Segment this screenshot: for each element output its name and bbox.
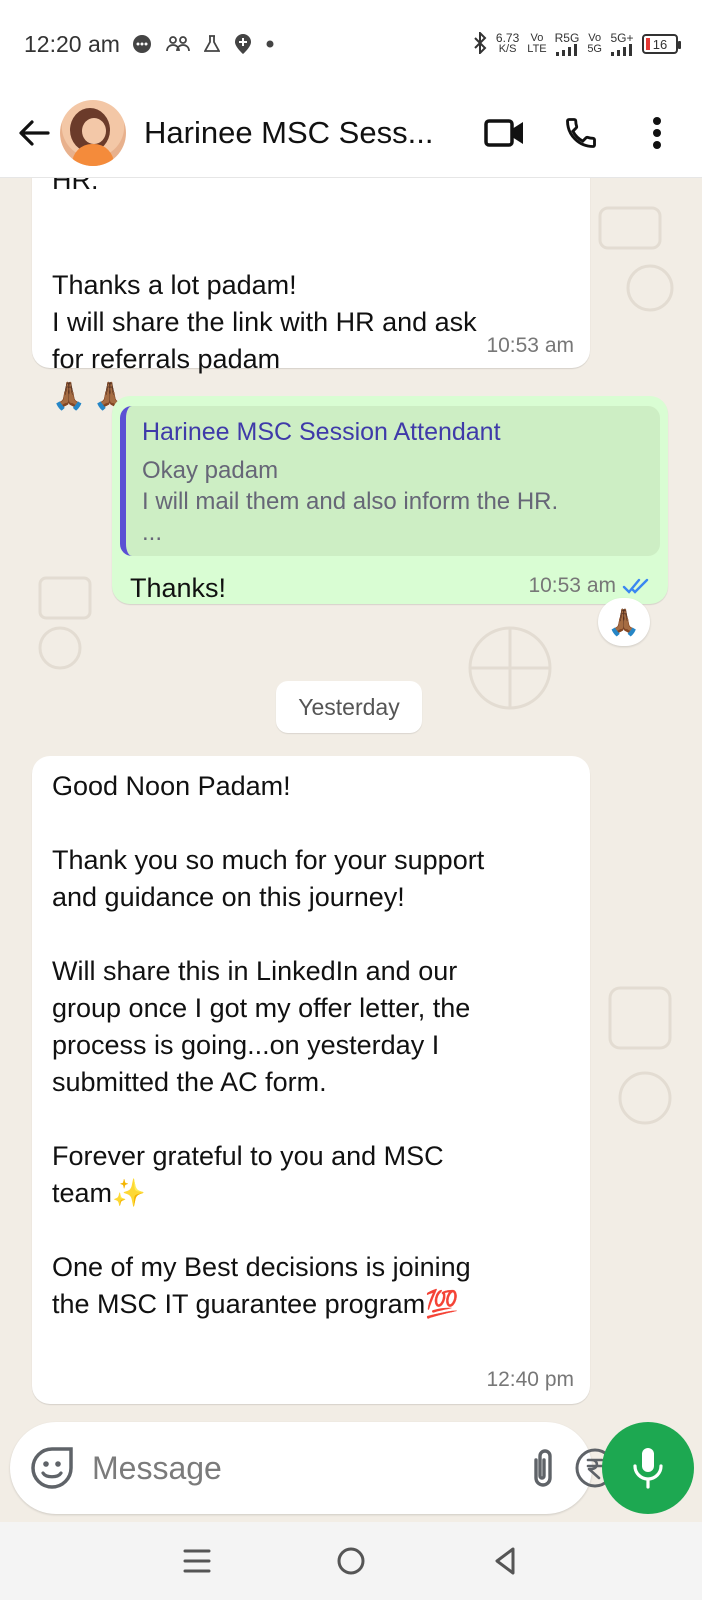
message-text-partial: HR. <box>52 178 99 195</box>
message-time-text: 10:53 am <box>528 574 616 597</box>
wallpaper-doodle <box>598 206 674 312</box>
voice-call-button[interactable] <box>552 104 610 162</box>
mic-icon <box>633 1448 663 1489</box>
more-options-button[interactable] <box>628 104 686 162</box>
video-call-button[interactable] <box>476 104 534 162</box>
status-time: 12:20 am <box>24 30 120 57</box>
chat-header: Harinee MSC Sess... <box>0 88 702 178</box>
status-right: 6.73 K/S Vo LTE R5G Vo 5G 5G+ 16 <box>472 30 681 57</box>
battery-icon: 16 <box>642 34 681 54</box>
message-time: 12:40 pm <box>486 1368 574 1391</box>
battery-level: 16 <box>652 36 668 52</box>
nav-back-button[interactable] <box>475 1531 535 1591</box>
sim1-bottom: LTE <box>527 43 547 55</box>
back-button[interactable] <box>16 115 52 151</box>
flask-notification-icon <box>203 35 220 53</box>
menu-lines-icon <box>183 1549 211 1573</box>
status-bar: 12:20 am 6.73 K/S Vo LTE R5G Vo 5G 5G+ 1… <box>0 0 702 88</box>
read-ticks-icon <box>622 578 649 594</box>
wallpaper-doodle <box>608 986 672 1125</box>
sim2-signal: 5G+ <box>610 30 634 56</box>
sim1-volte: Vo LTE <box>527 33 546 55</box>
video-call-icon <box>484 118 523 147</box>
phone-icon <box>566 117 596 148</box>
signal-bars-icon <box>555 43 577 56</box>
quoted-reply[interactable]: Harinee MSC Session Attendant Okay padam… <box>120 406 660 556</box>
message-reaction[interactable]: 🙏🏾 <box>598 598 650 646</box>
message-text: Good Noon Padam! Thank you so much for y… <box>52 771 485 1319</box>
attach-button[interactable] <box>528 1440 558 1496</box>
group-notification-icon <box>166 35 190 53</box>
emoji-icon <box>31 1447 73 1489</box>
chat-area[interactable]: HR. Thanks a lot padam! I will share the… <box>0 178 702 1422</box>
sim2-net: 5G+ <box>610 30 634 45</box>
home-button[interactable] <box>321 1531 381 1591</box>
sim1-net: R5G <box>554 30 580 45</box>
voice-message-button[interactable] <box>602 1422 694 1514</box>
message-text: Thanks a lot padam! I will share the lin… <box>52 230 572 415</box>
contact-name[interactable]: Harinee MSC Sess... <box>144 115 458 151</box>
attach-icon <box>534 1449 552 1487</box>
dot-indicator-icon <box>266 40 274 48</box>
message-body: Thanks a lot padam! I will share the lin… <box>52 270 477 374</box>
sim2-bottom: 5G <box>587 43 602 55</box>
outgoing-message[interactable]: Harinee MSC Session Attendant Okay padam… <box>112 396 668 604</box>
message-composer <box>10 1422 672 1514</box>
message-text: Thanks! <box>130 573 227 603</box>
app-notification-icon <box>234 33 252 55</box>
date-separator: Yesterday <box>276 681 422 733</box>
system-nav-bar <box>0 1522 702 1600</box>
signal-bars-icon <box>611 43 632 56</box>
message-input[interactable] <box>92 1449 512 1487</box>
home-circle-icon <box>337 1547 365 1575</box>
quoted-sender: Harinee MSC Session Attendant <box>142 418 501 446</box>
back-arrow-icon <box>19 119 50 146</box>
message-time: 10:53 am <box>486 334 574 357</box>
more-vert-icon <box>653 116 661 149</box>
back-triangle-icon <box>495 1547 515 1575</box>
message-time: 10:53 am <box>528 574 652 598</box>
net-speed-unit: K/S <box>498 43 517 55</box>
wallpaper-doodle <box>468 626 552 710</box>
incoming-message[interactable]: Good Noon Padam! Thank you so much for y… <box>32 756 590 1404</box>
wallpaper-doodle <box>38 576 92 670</box>
sim1-signal: R5G <box>554 30 580 56</box>
emoji-button[interactable] <box>28 1444 76 1492</box>
incoming-message[interactable]: HR. Thanks a lot padam! I will share the… <box>32 178 590 411</box>
recents-button[interactable] <box>167 1531 227 1591</box>
sim2-volte: Vo 5G <box>587 33 602 55</box>
quoted-text: Okay padam I will mail them and also inf… <box>142 457 559 546</box>
messenger-notification-icon <box>132 34 152 54</box>
bluetooth-icon <box>472 30 488 57</box>
net-speed: 6.73 K/S <box>496 32 519 55</box>
avatar[interactable] <box>60 99 126 166</box>
